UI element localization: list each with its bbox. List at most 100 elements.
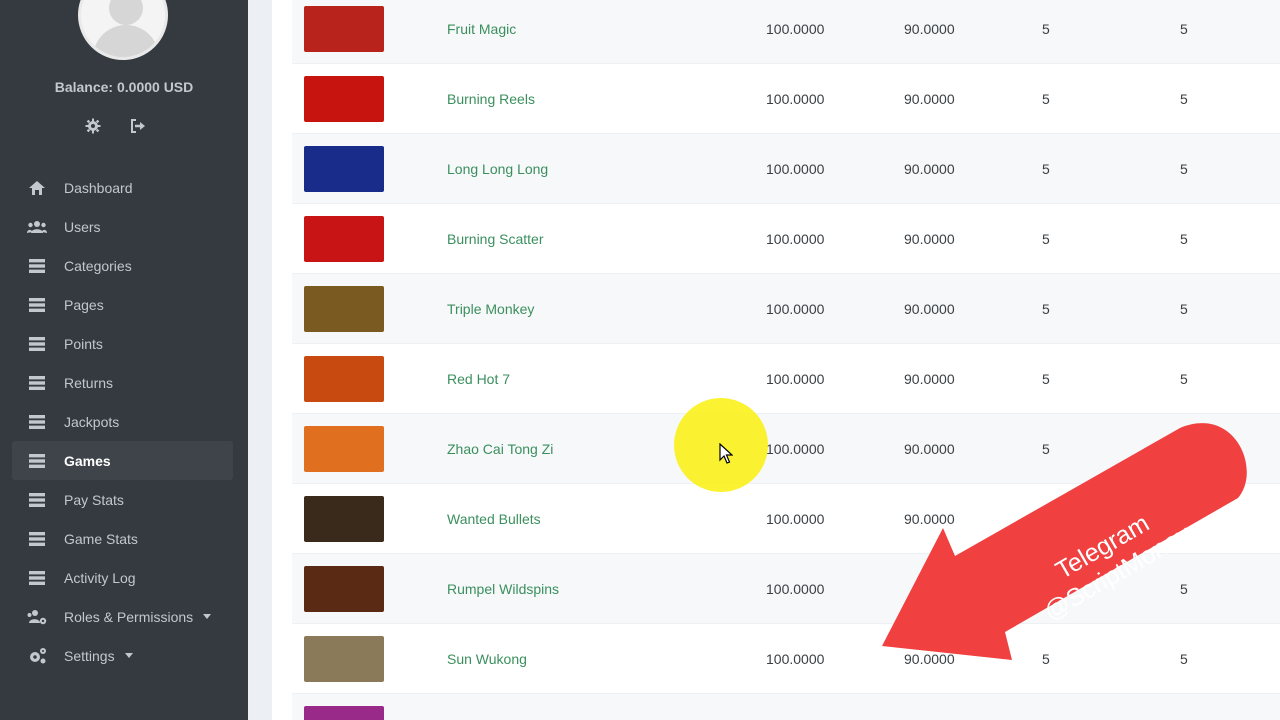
table-cell: 5: [1180, 650, 1188, 667]
game-thumbnail[interactable]: [304, 285, 384, 332]
table-cell: 100.0000: [766, 90, 825, 107]
sidebar-item-points[interactable]: Points: [12, 324, 233, 363]
table-row: Burning Reels 100.0000 90.0000 5 5: [292, 64, 1280, 134]
cogs-icon: [26, 647, 48, 664]
table-cell: 5: [1180, 370, 1188, 387]
table-cell: 90.0000: [904, 160, 955, 177]
mouse-cursor-icon: [719, 442, 734, 470]
table-row: Burning Scatter 100.0000 90.0000 5 5: [292, 204, 1280, 274]
sidebar-item-roles-permissions[interactable]: Roles & Permissions: [12, 597, 233, 636]
game-name-link[interactable]: Fruit Magic: [447, 21, 516, 37]
game-name-link[interactable]: Zhao Cai Tong Zi: [447, 441, 553, 457]
table-cell: 5: [1180, 230, 1188, 247]
sidebar-item-label: Activity Log: [64, 569, 136, 586]
sidebar-item-label: Pages: [64, 296, 104, 313]
table-cell: 100.0000: [766, 160, 825, 177]
table-cell: 5: [1042, 20, 1050, 37]
table-cell: 5: [1042, 160, 1050, 177]
sidebar-item-dashboard[interactable]: Dashboard: [12, 168, 233, 207]
table-cell: 100.0000: [766, 230, 825, 247]
table-row: Fruit Magic 100.0000 90.0000 5 5: [292, 0, 1280, 64]
table-cell: 5: [1042, 90, 1050, 107]
table-cell: 90.0000: [904, 230, 955, 247]
table-cell: 90.0000: [904, 300, 955, 317]
table-cell: 100.0000: [766, 440, 825, 457]
table-cell: 5: [1180, 160, 1188, 177]
home-icon: [26, 180, 48, 196]
game-name-link[interactable]: Sun Wukong: [447, 651, 527, 667]
sidebar-item-activity-log[interactable]: Activity Log: [12, 558, 233, 597]
list-icon: [26, 336, 48, 352]
table-row: Wanted Bullets 100.0000 90.0000: [292, 484, 1280, 554]
game-name-link[interactable]: Red Hot 7: [447, 371, 510, 387]
sidebar-item-games[interactable]: Games: [12, 441, 233, 480]
sidebar-item-settings[interactable]: Settings: [12, 636, 233, 675]
table-cell: 100.0000: [766, 300, 825, 317]
balance-label: Balance: 0.0000 USD: [54, 79, 194, 95]
list-icon: [26, 531, 48, 547]
table-row: Red Hot 7 100.0000 90.0000 5 5: [292, 344, 1280, 414]
game-thumbnail[interactable]: [304, 565, 384, 612]
game-name-link[interactable]: Wanted Bullets: [447, 511, 541, 527]
game-thumbnail[interactable]: [304, 145, 384, 192]
game-thumbnail[interactable]: [304, 635, 384, 682]
sidebar-item-label: Pay Stats: [64, 491, 124, 508]
game-thumbnail[interactable]: [304, 355, 384, 402]
sidebar-item-label: Roles & Permissions: [64, 608, 194, 625]
list-icon: [26, 453, 48, 469]
game-name-link[interactable]: Triple Monkey: [447, 301, 534, 317]
list-icon: [26, 297, 48, 313]
sidebar-item-jackpots[interactable]: Jackpots: [12, 402, 233, 441]
table-cell: 100.0000: [766, 510, 825, 527]
sidebar-item-pay-stats[interactable]: Pay Stats: [12, 480, 233, 519]
chevron-down-icon: [203, 614, 212, 619]
game-name-link[interactable]: Burning Scatter: [447, 231, 544, 247]
sidebar-item-label: Categories: [64, 257, 132, 274]
game-thumbnail[interactable]: [304, 425, 384, 472]
table-cell: 90.0000: [904, 440, 955, 457]
gear-icon[interactable]: [85, 118, 103, 136]
sidebar-item-users[interactable]: Users: [12, 207, 233, 246]
game-thumbnail: [304, 706, 384, 720]
table-cell: 5: [1042, 650, 1050, 667]
table-cell: 5: [1042, 300, 1050, 317]
game-thumbnail[interactable]: [304, 5, 384, 52]
logout-icon[interactable]: [130, 118, 148, 136]
sidebar-item-label: Points: [64, 335, 103, 352]
game-name-link[interactable]: Long Long Long: [447, 161, 548, 177]
sidebar-nav: Dashboard Users Categories Pages Points Retur…: [12, 168, 233, 675]
game-name-link[interactable]: Burning Reels: [447, 91, 535, 107]
chevron-down-icon: [124, 653, 133, 658]
sidebar-item-label: Games: [64, 452, 111, 469]
games-table: Fruit Magic 100.0000 90.0000 5 5 Burning Reel…: [292, 0, 1280, 694]
table-row: Long Long Long 100.0000 90.0000 5 5: [292, 134, 1280, 204]
game-thumbnail[interactable]: [304, 215, 384, 262]
sidebar-item-pages[interactable]: Pages: [12, 285, 233, 324]
game-thumbnail[interactable]: [304, 495, 384, 542]
table-cell: 5: [1180, 580, 1188, 597]
table-row-partial: [292, 694, 1280, 720]
sidebar-item-label: Users: [64, 218, 101, 235]
game-thumbnail[interactable]: [304, 75, 384, 122]
sidebar-item-label: Game Stats: [64, 530, 138, 547]
table-cell: 5: [1180, 20, 1188, 37]
avatar-body-shape: [93, 25, 159, 57]
table-row: Sun Wukong 100.0000 90.0000 5 5: [292, 624, 1280, 694]
table-cell: 90.0000: [904, 370, 955, 387]
avatar[interactable]: [78, 0, 168, 60]
table-cell: 5: [1180, 90, 1188, 107]
list-icon: [26, 492, 48, 508]
table-cell: 5: [1180, 300, 1188, 317]
main-content: Fruit Magic 100.0000 90.0000 5 5 Burning Reel…: [272, 0, 1280, 720]
list-icon: [26, 570, 48, 586]
sidebar-item-returns[interactable]: Returns: [12, 363, 233, 402]
sidebar-item-label: Jackpots: [64, 413, 120, 430]
table-row: Zhao Cai Tong Zi 100.0000 90.0000 5: [292, 414, 1280, 484]
game-name-link[interactable]: Rumpel Wildspins: [447, 581, 559, 597]
users-icon: [26, 219, 48, 235]
table-cell: 90.0000: [904, 650, 955, 667]
sidebar-item-game-stats[interactable]: Game Stats: [12, 519, 233, 558]
avatar-head-shape: [109, 0, 143, 25]
table-cell: 90.0000: [904, 90, 955, 107]
sidebar-item-categories[interactable]: Categories: [12, 246, 233, 285]
